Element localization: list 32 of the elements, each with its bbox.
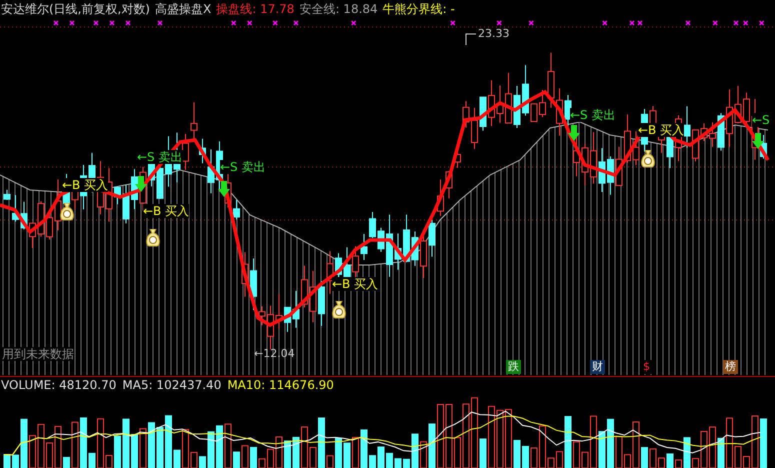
indicator-value: 安全线: 18.84 [299, 2, 378, 16]
down-arrow-icon [752, 133, 764, 149]
down-arrow-icon [568, 125, 580, 141]
money-bag-icon [145, 229, 161, 247]
event-badge[interactable]: 榜 [723, 360, 738, 374]
volume-value: MA10: 114676.90 [227, 378, 334, 392]
volume-value: MA5: 102437.40 [122, 378, 222, 392]
volume-value: VOLUME: 48120.70 [1, 378, 116, 392]
indicator-value: 操盘线: 17.78 [216, 2, 294, 16]
signal-label: ←S 卖出 [570, 108, 616, 122]
high-price-label: 23.33 [478, 27, 510, 40]
signal-label: ←B 买入 [332, 277, 378, 291]
indicator-name: 高盛操盘X [155, 2, 212, 16]
low-price-label: ←12.04 [254, 347, 295, 360]
signal-label: ←B 买入 [62, 178, 108, 192]
event-badge[interactable]: 跌 [506, 360, 521, 374]
down-arrow-icon [135, 176, 147, 192]
event-badge[interactable]: $ [641, 360, 652, 374]
event-badge[interactable]: 财 [590, 360, 605, 374]
future-data-note: 用到未来数据 [2, 347, 74, 361]
signal-label: ←S 卖出 [220, 160, 266, 174]
indicator-value: 牛熊分界线: - [382, 2, 455, 16]
signal-label: ←S [752, 113, 770, 127]
signal-label: ←S 卖出 [137, 150, 182, 164]
signal-label: ←B 买入 [143, 204, 190, 218]
stock-title: 安达维尔(日线,前复权,对数) [1, 2, 150, 16]
down-arrow-icon [218, 181, 230, 197]
money-bag-icon [640, 150, 656, 168]
signal-label: ←B 买入 [638, 123, 684, 137]
peak-leader-line [466, 34, 476, 46]
money-bag-icon [59, 203, 75, 221]
money-bag-icon [331, 301, 347, 319]
